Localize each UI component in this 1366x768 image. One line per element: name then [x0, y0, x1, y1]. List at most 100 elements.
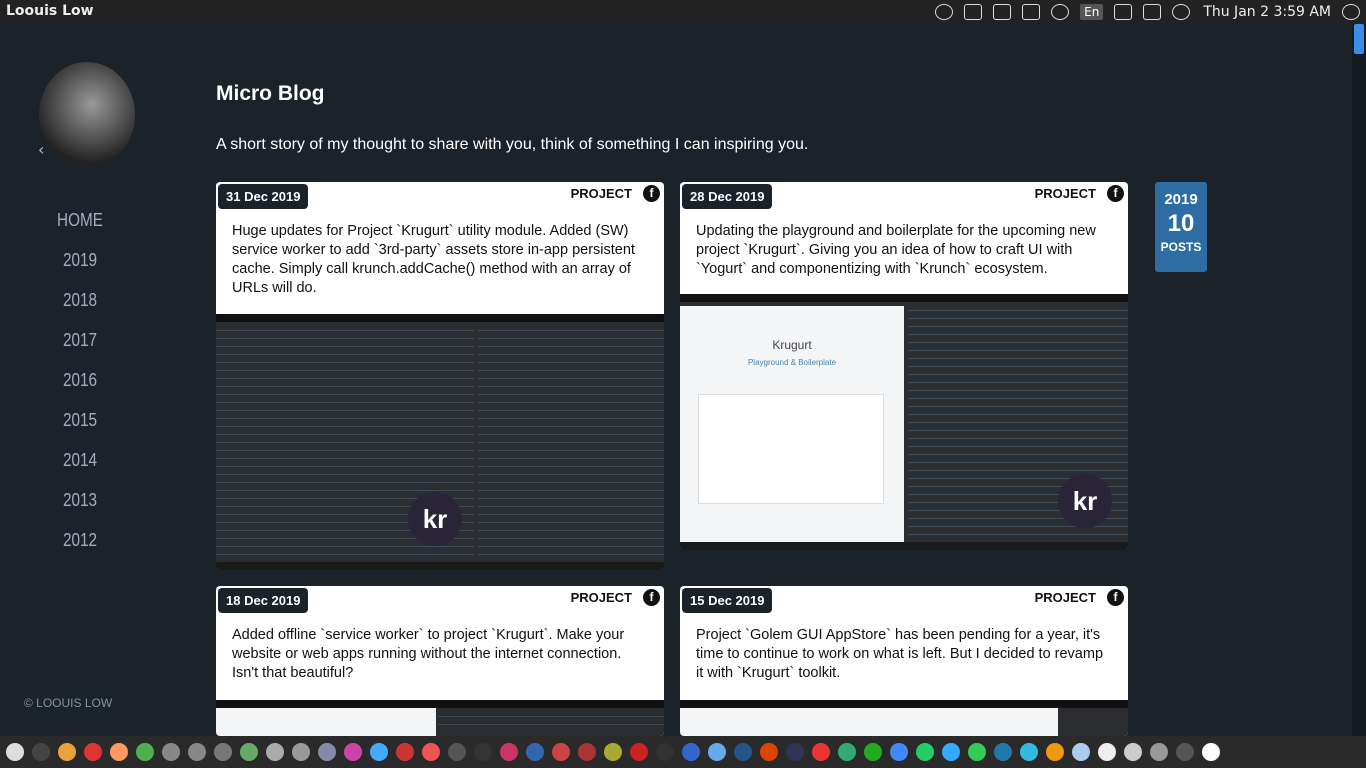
- wifi-icon[interactable]: [1051, 4, 1070, 20]
- post-screenshot[interactable]: kr: [216, 314, 664, 570]
- post-card[interactable]: 18 Dec 2019 PROJECT f Added offline `ser…: [216, 586, 664, 736]
- nav-item-2017[interactable]: 2017: [12, 328, 148, 368]
- dock-app-icon[interactable]: [682, 743, 700, 761]
- scroll-thumb[interactable]: [1354, 24, 1364, 54]
- post-card[interactable]: 28 Dec 2019 PROJECT f Updating the playg…: [680, 182, 1128, 550]
- dock-app-icon[interactable]: [318, 743, 336, 761]
- dock-app-icon[interactable]: [890, 743, 908, 761]
- dock-app-icon[interactable]: [422, 743, 440, 761]
- dock-app-icon[interactable]: [58, 743, 76, 761]
- dock-app-icon[interactable]: [500, 743, 518, 761]
- post-category[interactable]: PROJECT: [571, 590, 632, 605]
- battery-icon[interactable]: [1143, 4, 1162, 20]
- nav-item-2018[interactable]: 2018: [12, 288, 148, 328]
- nav-item-2014[interactable]: 2014: [12, 448, 148, 488]
- dock-app-icon[interactable]: [734, 743, 752, 761]
- clock[interactable]: Thu Jan 2 3:59 AM: [1203, 4, 1331, 20]
- dock-app-icon[interactable]: [448, 743, 466, 761]
- lightbulb-icon[interactable]: [935, 4, 954, 20]
- nav-item-2013[interactable]: 2013: [12, 488, 148, 528]
- dock-app-icon[interactable]: [604, 743, 622, 761]
- taskbar-dock: [0, 736, 1366, 768]
- dock-app-icon[interactable]: [136, 743, 154, 761]
- copyright: © LOOUIS LOW: [24, 696, 113, 710]
- volume-icon[interactable]: [1172, 4, 1191, 20]
- year-nav: HOME 2019 2018 2017 2016 2015 2014 2013 2012: [0, 208, 160, 568]
- dock-app-icon[interactable]: [32, 743, 50, 761]
- facebook-icon[interactable]: f: [1107, 589, 1124, 606]
- counter-count: 10: [1167, 210, 1195, 237]
- dock-app-icon[interactable]: [916, 743, 934, 761]
- dock-app-icon[interactable]: [214, 743, 232, 761]
- post-screenshot[interactable]: [680, 700, 1128, 736]
- dock-app-icon[interactable]: [188, 743, 206, 761]
- dock-app-icon[interactable]: [110, 743, 128, 761]
- settings-icon[interactable]: [1342, 4, 1360, 20]
- dock-app-icon[interactable]: [708, 743, 726, 761]
- dock-app-icon[interactable]: [240, 743, 258, 761]
- dock-app-icon[interactable]: [344, 743, 362, 761]
- facebook-icon[interactable]: f: [643, 185, 660, 202]
- dock-app-icon[interactable]: [760, 743, 778, 761]
- counter-label: POSTS: [1160, 240, 1202, 254]
- dock-app-icon[interactable]: [84, 743, 102, 761]
- dock-app-icon[interactable]: [994, 743, 1012, 761]
- kr-badge: kr: [408, 492, 462, 546]
- page-title: Micro Blog: [216, 82, 325, 105]
- dock-app-icon[interactable]: [578, 743, 596, 761]
- nav-item-2016[interactable]: 2016: [12, 368, 148, 408]
- dock-app-icon[interactable]: [838, 743, 856, 761]
- dock-app-icon[interactable]: [6, 743, 24, 761]
- post-screenshot[interactable]: Krugurt Playground & Boilerplate kr: [680, 294, 1128, 550]
- dock-app-icon[interactable]: [526, 743, 544, 761]
- nav-item-2019[interactable]: 2019: [12, 248, 148, 288]
- dock-app-icon[interactable]: [656, 743, 674, 761]
- post-text: Project `Golem GUI AppStore` has been pe…: [696, 627, 1104, 681]
- dock-app-icon[interactable]: [370, 743, 388, 761]
- post-category[interactable]: PROJECT: [1035, 590, 1096, 605]
- dock-app-icon[interactable]: [162, 743, 180, 761]
- dock-app-icon[interactable]: [1202, 743, 1220, 761]
- dock-app-icon[interactable]: [1098, 743, 1116, 761]
- dock-app-icon[interactable]: [266, 743, 284, 761]
- dock-app-icon[interactable]: [1150, 743, 1168, 761]
- notes-icon[interactable]: [1022, 4, 1041, 20]
- post-text: Huge updates for Project `Krugurt` utili…: [232, 223, 635, 296]
- post-card[interactable]: 15 Dec 2019 PROJECT f Project `Golem GUI…: [680, 586, 1128, 736]
- list-icon[interactable]: [993, 4, 1012, 20]
- dock-app-icon[interactable]: [812, 743, 830, 761]
- dock-app-icon[interactable]: [1176, 743, 1194, 761]
- preview-subtitle: Playground & Boilerplate: [747, 358, 837, 367]
- language-indicator[interactable]: En: [1080, 4, 1104, 20]
- app-indicator-icon[interactable]: [964, 4, 983, 20]
- dock-app-icon[interactable]: [396, 743, 414, 761]
- dock-app-icon[interactable]: [1072, 743, 1090, 761]
- post-screenshot[interactable]: [216, 700, 664, 736]
- dock-app-icon[interactable]: [968, 743, 986, 761]
- dock-app-icon[interactable]: [1020, 743, 1038, 761]
- dock-app-icon[interactable]: [474, 743, 492, 761]
- scrollbar[interactable]: [1352, 24, 1366, 736]
- dock-app-icon[interactable]: [1124, 743, 1142, 761]
- mail-icon[interactable]: [1114, 4, 1133, 20]
- dock-app-icon[interactable]: [292, 743, 310, 761]
- post-category[interactable]: PROJECT: [1035, 186, 1096, 201]
- nav-item-home[interactable]: HOME: [12, 208, 148, 248]
- dock-app-icon[interactable]: [942, 743, 960, 761]
- facebook-icon[interactable]: f: [1107, 185, 1124, 202]
- post-card[interactable]: 31 Dec 2019 PROJECT f Huge updates for P…: [216, 182, 664, 570]
- dock-app-icon[interactable]: [864, 743, 882, 761]
- window-title: Loouis Low: [6, 3, 94, 19]
- dock-app-icon[interactable]: [1046, 743, 1064, 761]
- nav-item-2015[interactable]: 2015: [12, 408, 148, 448]
- post-category[interactable]: PROJECT: [571, 186, 632, 201]
- nav-item-2012[interactable]: 2012: [12, 528, 148, 568]
- system-tray: En Thu Jan 2 3:59 AM: [935, 0, 1360, 24]
- dock-app-icon[interactable]: [552, 743, 570, 761]
- avatar: [39, 62, 135, 168]
- main-content: Micro Blog A short story of my thought t…: [216, 24, 1336, 736]
- dock-app-icon[interactable]: [786, 743, 804, 761]
- chevron-left-icon[interactable]: ‹: [38, 140, 44, 159]
- dock-app-icon[interactable]: [630, 743, 648, 761]
- facebook-icon[interactable]: f: [643, 589, 660, 606]
